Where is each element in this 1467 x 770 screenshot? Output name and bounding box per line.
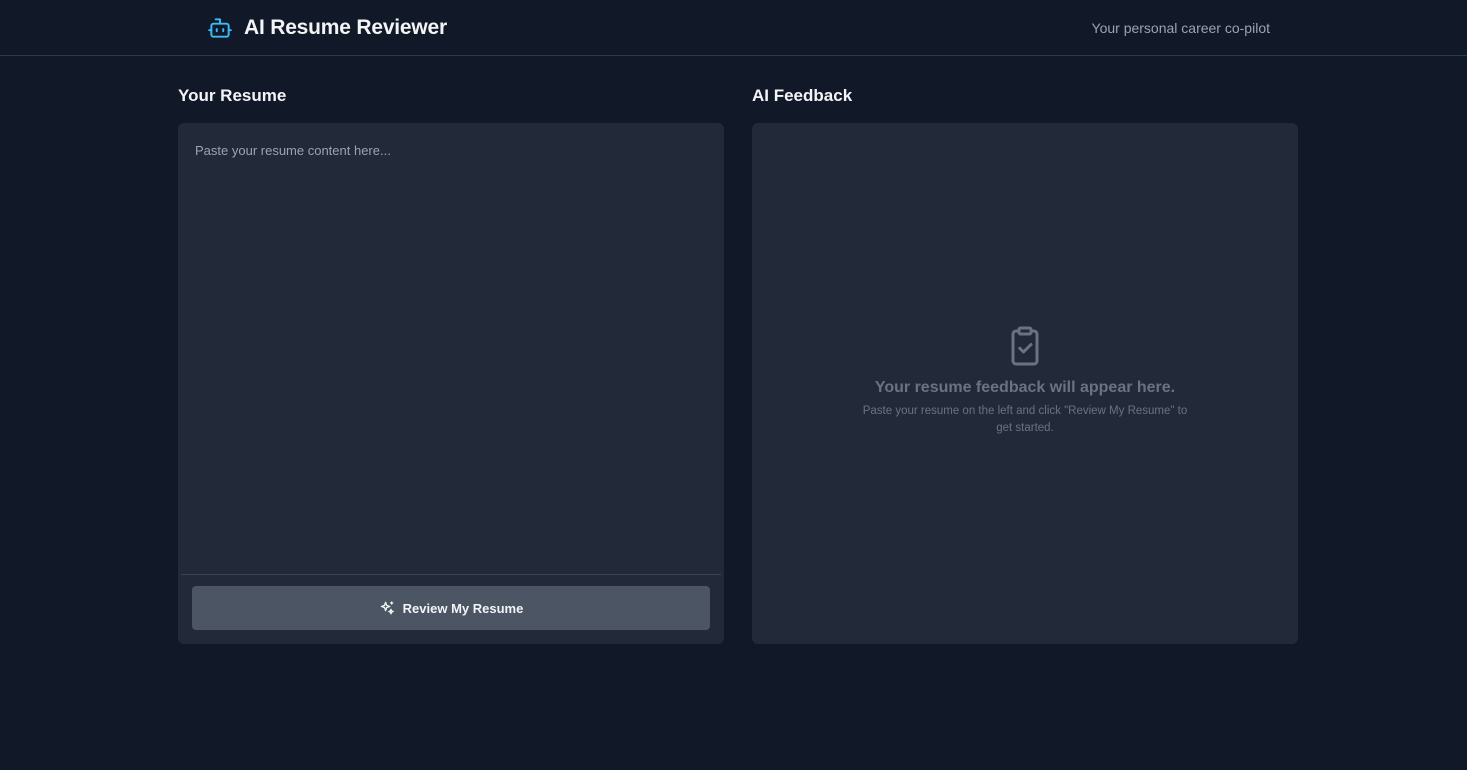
feedback-empty-title: Your resume feedback will appear here. bbox=[874, 379, 1176, 396]
feedback-panel: Your resume feedback will appear here. P… bbox=[752, 123, 1298, 644]
panel-divider bbox=[181, 574, 721, 575]
resume-section-title: Your Resume bbox=[178, 86, 287, 105]
sparkles-icon bbox=[379, 600, 395, 616]
app-title: AI Resume Reviewer bbox=[244, 16, 447, 39]
feedback-empty-description: Paste your resume on the left and click … bbox=[862, 405, 1188, 434]
resume-input[interactable] bbox=[178, 123, 724, 574]
review-resume-button[interactable]: Review My Resume bbox=[192, 586, 710, 630]
resume-panel: Review My Resume bbox=[178, 123, 724, 644]
review-resume-button-label: Review My Resume bbox=[402, 600, 524, 616]
clipboard-check-icon bbox=[1007, 325, 1043, 367]
brand: AI Resume Reviewer bbox=[207, 15, 447, 41]
app-header: AI Resume Reviewer Your personal career … bbox=[0, 0, 1467, 56]
feedback-section-title: AI Feedback bbox=[752, 86, 853, 105]
robot-icon bbox=[207, 15, 233, 41]
feedback-empty-state: Your resume feedback will appear here. P… bbox=[752, 325, 1298, 437]
tagline: Your personal career co-pilot bbox=[1091, 20, 1270, 36]
